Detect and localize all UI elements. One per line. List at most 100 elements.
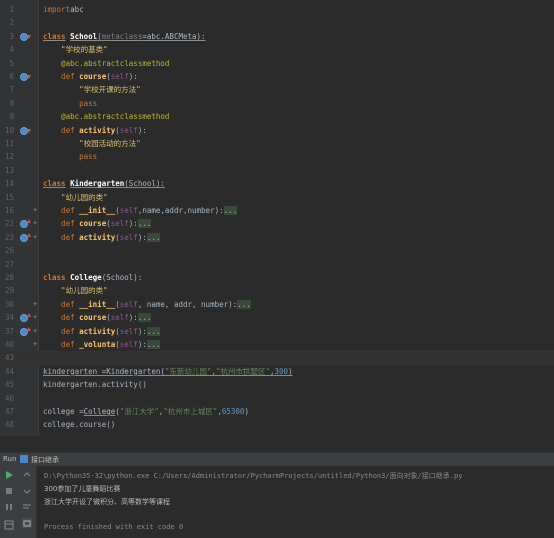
code-token: @abc.abstractclassmethod bbox=[43, 58, 170, 68]
fold-expand-icon[interactable]: + bbox=[33, 231, 37, 244]
line-number: 46 bbox=[4, 393, 14, 403]
console-output-line-1: 300参加了儿童舞蹈比赛 bbox=[44, 485, 121, 493]
scroll-down-icon[interactable] bbox=[22, 486, 32, 496]
folded-code-placeholder[interactable]: ... bbox=[137, 313, 152, 323]
run-toolbar-left bbox=[0, 466, 18, 538]
code-line[interactable]: 11 "校园活动的方法" bbox=[0, 137, 554, 150]
code-line[interactable]: 40 + def _volunta(self):... bbox=[0, 338, 554, 351]
code-text: def course(self):... bbox=[43, 217, 152, 230]
layout-icon[interactable] bbox=[4, 520, 14, 530]
line-number: 6 bbox=[9, 72, 14, 81]
line-number: 11 bbox=[4, 139, 14, 148]
code-line[interactable]: 22 + def course(self):... bbox=[0, 217, 554, 230]
code-text: def course(self): bbox=[43, 70, 138, 83]
folded-code-placeholder[interactable]: ... bbox=[146, 326, 161, 336]
code-token: "幼儿园的类" bbox=[43, 192, 108, 202]
folded-code-placeholder[interactable]: ... bbox=[146, 340, 161, 349]
code-line[interactable]: 9 @abc.abstractclassmethod bbox=[0, 110, 554, 123]
code-token: def bbox=[43, 72, 80, 81]
pause-icon[interactable] bbox=[4, 502, 14, 512]
code-editor[interactable]: 1 importabc 2 3 class School(metaclass=abc.A… bbox=[0, 0, 554, 436]
stop-icon[interactable] bbox=[4, 486, 14, 496]
code-text: def course(self):... bbox=[43, 311, 152, 324]
overriding-method-icon[interactable] bbox=[20, 326, 31, 337]
code-line[interactable]: 43 bbox=[0, 351, 554, 365]
code-token: ): bbox=[137, 340, 147, 349]
fold-expand-icon[interactable]: + bbox=[33, 338, 37, 351]
code-line[interactable]: 3 class School(metaclass=abc.ABCMeta): bbox=[0, 30, 554, 43]
fold-expand-icon[interactable]: + bbox=[33, 217, 37, 230]
code-text: "校园活动的方法" bbox=[43, 137, 141, 150]
fold-expand-icon[interactable]: + bbox=[33, 298, 37, 311]
code-line[interactable]: 6 def course(self): bbox=[0, 70, 554, 83]
code-token: def bbox=[43, 340, 80, 349]
code-token: course bbox=[79, 313, 107, 323]
scroll-up-icon[interactable] bbox=[22, 470, 32, 480]
soft-wrap-icon[interactable] bbox=[22, 502, 32, 512]
code-line[interactable]: 2 bbox=[0, 16, 554, 29]
code-line[interactable]: 23 + def activity(self):... bbox=[0, 231, 554, 244]
code-token: ): bbox=[128, 219, 138, 229]
code-line[interactable]: 5 @abc.abstractclassmethod bbox=[0, 57, 554, 70]
editor-bottom-area bbox=[0, 436, 554, 452]
code-line[interactable]: 28 class College(School): bbox=[0, 271, 554, 284]
code-line[interactable]: 8 pass bbox=[0, 97, 554, 110]
code-line[interactable]: 44 kindergarten =Kindergarten("东新幼儿园","杭州… bbox=[0, 365, 554, 378]
run-tab-label[interactable]: Run bbox=[3, 455, 16, 463]
folded-code-placeholder[interactable]: ... bbox=[137, 219, 152, 229]
code-text: class School(metaclass=abc.ABCMeta): bbox=[43, 30, 206, 43]
code-line[interactable]: 48 college.course() bbox=[0, 418, 554, 431]
fold-expand-icon[interactable]: + bbox=[33, 204, 37, 217]
code-line[interactable]: 37 + def activity(self):... bbox=[0, 325, 554, 338]
implemented-method-icon[interactable] bbox=[20, 32, 31, 42]
python-icon bbox=[20, 455, 28, 463]
code-token: "学校开课的方法" bbox=[43, 85, 141, 95]
code-line[interactable]: 4 "学校的基类" bbox=[0, 43, 554, 56]
code-line[interactable]: 30 + def __init__(self, name, addr, numbe… bbox=[0, 298, 554, 311]
code-token: "学校的基类" bbox=[43, 45, 108, 55]
rerun-icon[interactable] bbox=[4, 470, 14, 480]
fold-expand-icon[interactable]: + bbox=[33, 325, 37, 338]
code-line[interactable]: 10 def activity(self): bbox=[0, 124, 554, 137]
code-line[interactable]: 7 "学校开课的方法" bbox=[0, 83, 554, 96]
run-config-name[interactable]: 接口继承 bbox=[31, 455, 59, 465]
line-number: 34 bbox=[4, 313, 14, 323]
code-token: def bbox=[43, 125, 80, 135]
overriding-method-icon[interactable] bbox=[20, 219, 31, 229]
code-token: self bbox=[119, 206, 138, 215]
line-number: 2 bbox=[9, 18, 14, 28]
code-line[interactable]: 15 "幼儿园的类" bbox=[0, 191, 554, 204]
folded-code-placeholder[interactable]: ... bbox=[146, 232, 161, 242]
code-line[interactable]: 27 bbox=[0, 258, 554, 271]
code-line[interactable]: 47 college =College("浙江大学","杭州市上城区",65300… bbox=[0, 405, 554, 418]
code-line[interactable]: 26 bbox=[0, 244, 554, 257]
overriding-method-icon[interactable] bbox=[20, 232, 31, 243]
code-line[interactable]: 16 + def __init__(self,name,addr,number):… bbox=[0, 204, 554, 217]
line-number: 4 bbox=[9, 45, 14, 55]
fold-expand-icon[interactable]: + bbox=[33, 311, 37, 324]
implemented-method-icon[interactable] bbox=[20, 72, 31, 82]
implemented-method-icon[interactable] bbox=[20, 126, 31, 136]
code-line[interactable]: 34 + def course(self):... bbox=[0, 311, 554, 324]
code-text: def activity(self):... bbox=[43, 325, 161, 338]
code-token: activity bbox=[79, 125, 116, 135]
code-text: "幼儿园的类" bbox=[43, 191, 108, 204]
code-line[interactable]: 12 pass bbox=[0, 150, 554, 163]
code-line[interactable]: 1 importabc bbox=[0, 3, 554, 16]
code-token: ): bbox=[137, 326, 147, 336]
overriding-method-icon[interactable] bbox=[20, 313, 31, 323]
folded-code-placeholder[interactable]: ... bbox=[223, 206, 238, 215]
code-line[interactable]: 14 class Kindergarten(School): bbox=[0, 177, 554, 190]
code-line[interactable]: 13 bbox=[0, 164, 554, 177]
line-number: 15 bbox=[4, 192, 14, 202]
code-line[interactable]: 46 bbox=[0, 392, 554, 405]
code-token: ): bbox=[137, 232, 147, 242]
code-token: class bbox=[43, 273, 66, 282]
code-text: def __init__(self,name,addr,number):... bbox=[43, 204, 238, 217]
code-line[interactable]: 29 "幼儿园的类" bbox=[0, 284, 554, 297]
folded-code-placeholder[interactable]: ... bbox=[237, 299, 251, 309]
code-text: kindergarten =Kindergarten("东新幼儿园","杭州市拱… bbox=[43, 365, 293, 378]
code-token: abc bbox=[70, 5, 84, 14]
print-icon[interactable] bbox=[22, 518, 32, 528]
code-line[interactable]: 45 kindergarten.activity() bbox=[0, 378, 554, 391]
